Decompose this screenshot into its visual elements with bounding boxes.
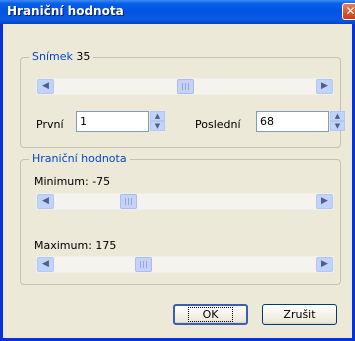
threshold-group: Hraniční hodnota Minimum: -75 ◀ ▶ Maximu… <box>20 152 341 285</box>
spin-up-icon[interactable]: ▲ <box>150 111 165 121</box>
minimum-value: -75 <box>92 175 111 188</box>
maximum-scroll-thumb[interactable] <box>135 257 152 272</box>
maximum-value: 175 <box>95 239 117 252</box>
minimum-label-text: Minimum: <box>34 175 89 188</box>
scroll-left-icon[interactable]: ◀ <box>37 194 54 209</box>
ok-button[interactable]: OK <box>173 304 248 325</box>
threshold-dialog: Hraniční hodnota ✕ Snímek 35 ◀ ▶ První 1… <box>0 0 355 341</box>
frame-scroll-thumb[interactable] <box>177 79 194 94</box>
ok-button-label: OK <box>187 307 234 322</box>
title-bar[interactable]: Hraniční hodnota ✕ <box>0 0 355 24</box>
spin-down-icon[interactable]: ▼ <box>330 121 345 131</box>
spin-down-icon[interactable]: ▼ <box>150 121 165 131</box>
frame-scrollbar[interactable]: ◀ ▶ <box>36 78 334 95</box>
last-field[interactable]: 68 <box>256 111 329 132</box>
scroll-left-icon[interactable]: ◀ <box>37 257 54 272</box>
first-field[interactable]: 1 <box>76 111 149 132</box>
minimum-scroll-thumb[interactable] <box>120 194 137 209</box>
last-label: Poslední <box>195 118 241 131</box>
spin-up-icon[interactable]: ▲ <box>330 111 345 121</box>
minimum-label: Minimum: -75 <box>34 175 110 188</box>
frame-legend-label: Snímek <box>32 50 73 63</box>
maximum-scrollbar[interactable]: ◀ ▶ <box>36 256 334 273</box>
frame-legend: Snímek 35 <box>29 50 94 63</box>
minimum-scrollbar[interactable]: ◀ ▶ <box>36 193 334 210</box>
first-label: První <box>36 118 64 131</box>
first-spinner[interactable]: ▲ ▼ <box>150 111 165 132</box>
scroll-right-icon[interactable]: ▶ <box>316 257 333 272</box>
maximum-label-text: Maximum: <box>34 239 92 252</box>
last-spinner[interactable]: ▲ ▼ <box>330 111 345 132</box>
scroll-right-icon[interactable]: ▶ <box>316 79 333 94</box>
maximum-label: Maximum: 175 <box>34 239 116 252</box>
frame-current-value: 35 <box>76 50 91 63</box>
scroll-right-icon[interactable]: ▶ <box>316 194 333 209</box>
cancel-button[interactable]: Zrušit <box>262 304 337 325</box>
scroll-left-icon[interactable]: ◀ <box>37 79 54 94</box>
dialog-title: Hraniční hodnota <box>7 4 124 18</box>
threshold-legend: Hraniční hodnota <box>29 152 130 165</box>
close-icon[interactable]: ✕ <box>342 3 355 20</box>
frame-group: Snímek 35 ◀ ▶ První 1 ▲ ▼ Poslední 68 ▲ … <box>20 50 345 148</box>
